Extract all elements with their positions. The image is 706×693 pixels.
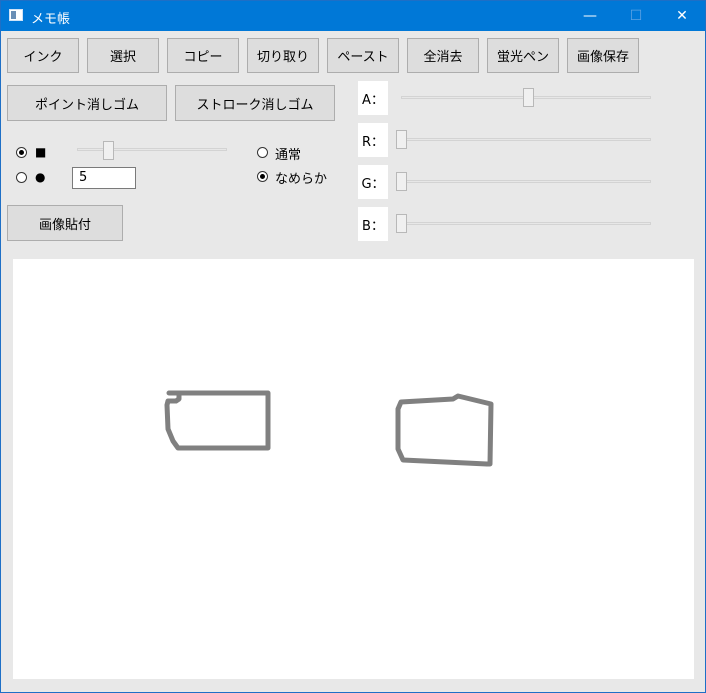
window-title: メモ帳: [31, 12, 71, 27]
stroke-eraser-button[interactable]: ストローク消しゴム: [175, 85, 335, 121]
highlighter-button[interactable]: 蛍光ペン: [487, 38, 559, 73]
red-slider-track[interactable]: [401, 138, 651, 141]
select-button[interactable]: 選択: [87, 38, 159, 73]
blue-slider-track[interactable]: [401, 222, 651, 225]
cut-button[interactable]: 切り取り: [247, 38, 319, 73]
maximize-button[interactable]: ☐: [613, 1, 659, 31]
ink-strokes: [164, 390, 494, 467]
paste-image-button[interactable]: 画像貼付: [7, 205, 123, 241]
minimize-icon: —: [583, 8, 597, 24]
app-window: メモ帳 — ☐ ✕ インク 選択 コピー 切り取り ペースト 全消去 蛍光ペン …: [0, 0, 706, 693]
pen-size-slider-thumb[interactable]: [103, 141, 114, 160]
close-button[interactable]: ✕: [659, 1, 705, 31]
blue-slider-thumb[interactable]: [396, 214, 407, 233]
paste-button[interactable]: ペースト: [327, 38, 399, 73]
copy-button[interactable]: コピー: [167, 38, 239, 73]
normal-mode-label: 通常: [275, 148, 302, 163]
alpha-label: A：: [358, 81, 388, 115]
smooth-mode-label: なめらか: [275, 172, 328, 187]
title-bar[interactable]: メモ帳 — ☐ ✕: [1, 1, 705, 31]
red-label: R：: [358, 123, 388, 157]
clear-all-button[interactable]: 全消去: [407, 38, 479, 73]
blue-label: B：: [358, 207, 388, 241]
maximize-icon: ☐: [629, 8, 643, 24]
normal-mode-radio[interactable]: [257, 147, 268, 158]
app-icon: [9, 9, 23, 21]
red-slider-thumb[interactable]: [396, 130, 407, 149]
green-label: G：: [358, 165, 388, 199]
ink-stroke-rectangle-left: [164, 390, 271, 451]
smooth-mode-radio[interactable]: [257, 171, 268, 182]
ink-button[interactable]: インク: [7, 38, 79, 73]
pen-size-input[interactable]: 5: [72, 167, 136, 189]
round-tip-icon: ●: [35, 170, 46, 184]
square-tip-radio[interactable]: [16, 147, 27, 158]
save-image-button[interactable]: 画像保存: [567, 38, 639, 73]
round-tip-radio[interactable]: [16, 172, 27, 183]
ink-canvas[interactable]: [13, 259, 694, 679]
point-eraser-button[interactable]: ポイント消しゴム: [7, 85, 167, 121]
green-slider-thumb[interactable]: [396, 172, 407, 191]
close-icon: ✕: [676, 8, 688, 24]
ink-stroke-rectangle-right: [395, 393, 494, 467]
square-tip-icon: ■: [35, 145, 47, 159]
pen-size-slider-track[interactable]: [77, 148, 227, 151]
minimize-button[interactable]: —: [567, 1, 613, 31]
green-slider-track[interactable]: [401, 180, 651, 183]
alpha-slider-thumb[interactable]: [523, 88, 534, 107]
